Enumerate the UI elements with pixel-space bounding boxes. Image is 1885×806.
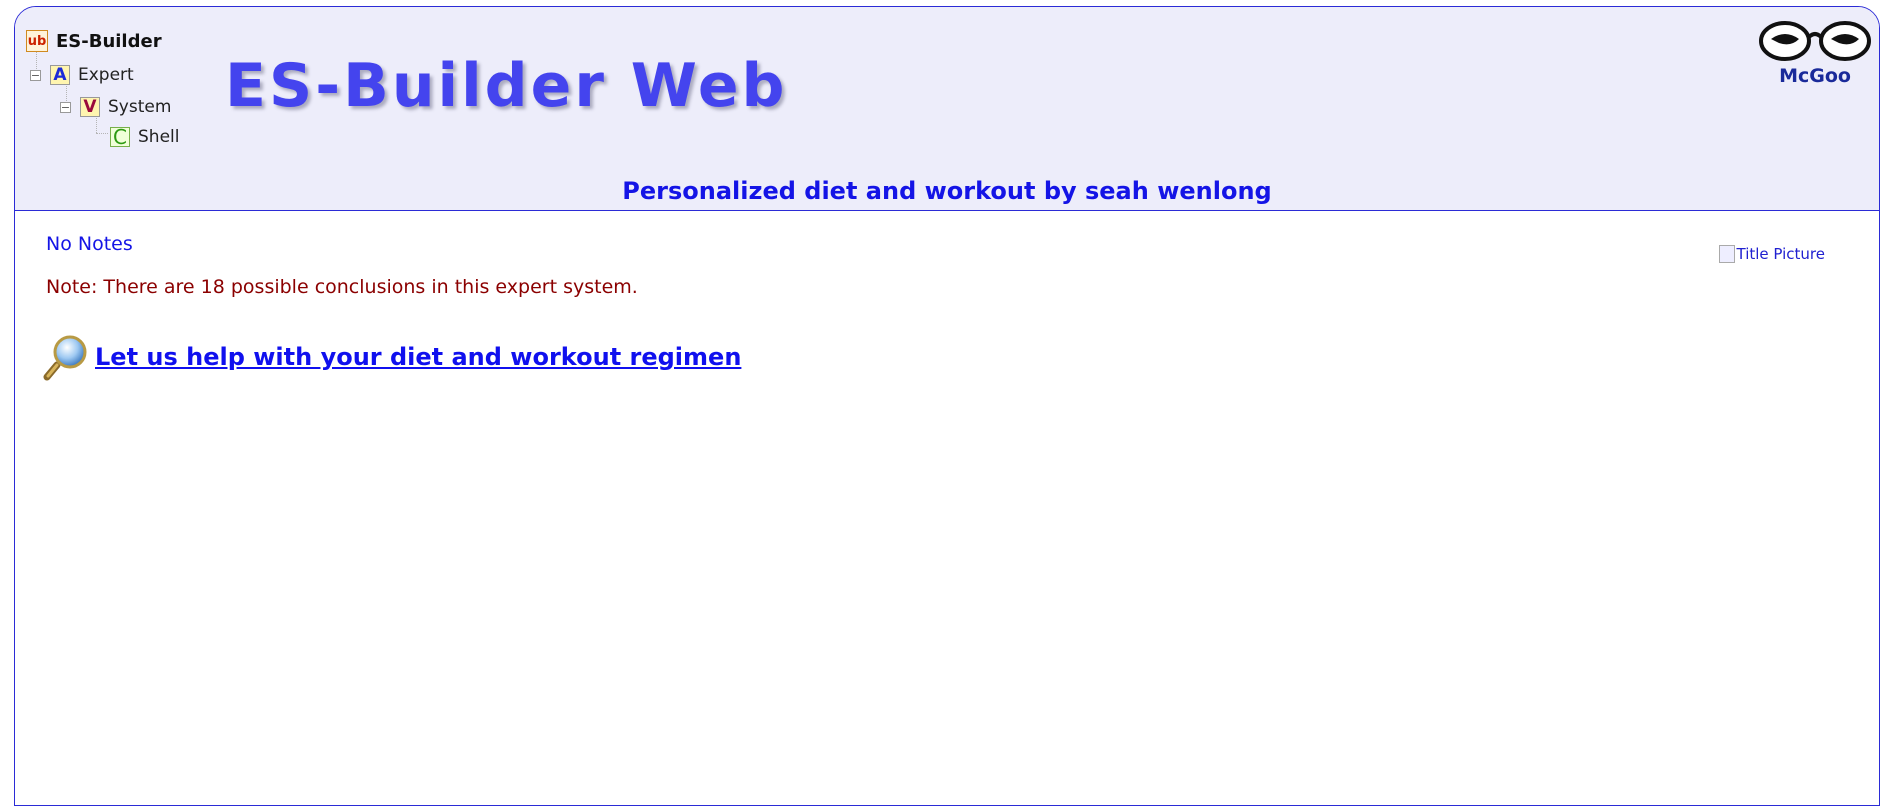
title-picture-alt: Title Picture xyxy=(1736,245,1826,263)
collapse-icon: − xyxy=(30,68,41,82)
letter-v-icon: V xyxy=(80,97,100,117)
letter-a-icon: A xyxy=(50,65,70,85)
tree-item-label: Shell xyxy=(138,127,180,147)
mcgoo-logo: McGoo xyxy=(1757,17,1873,87)
logo-text: McGoo xyxy=(1779,65,1851,87)
header: ub ES-Builder − A Expert − V System C Sh… xyxy=(15,7,1879,211)
app-frame: ub ES-Builder − A Expert − V System C Sh… xyxy=(14,6,1880,806)
brand-title: ES-Builder Web xyxy=(225,51,788,121)
letter-c-icon: C xyxy=(110,125,130,149)
tree-item-label: Expert xyxy=(78,65,134,85)
title-picture: Title Picture xyxy=(1718,245,1826,263)
collapse-icon: − xyxy=(60,100,71,114)
tree-line xyxy=(96,133,108,134)
tree-item-expert: − A Expert xyxy=(30,63,134,87)
page-subtitle: Personalized diet and workout by seah we… xyxy=(622,177,1272,205)
tree-root: ub ES-Builder xyxy=(26,29,162,53)
broken-image-icon xyxy=(1718,245,1735,263)
ub-logo-icon: ub xyxy=(26,30,48,52)
notes-text: No Notes xyxy=(46,233,133,255)
tree-item-label: System xyxy=(108,97,172,117)
glasses-logo-icon xyxy=(1759,21,1871,61)
tree-item-shell: C Shell xyxy=(110,125,179,149)
start-consultation-link[interactable]: Let us help with your diet and workout r… xyxy=(43,333,741,381)
tree-item-system: − V System xyxy=(60,95,171,119)
start-link-text[interactable]: Let us help with your diet and workout r… xyxy=(95,343,741,371)
magnifier-icon xyxy=(43,335,87,381)
conclusions-note: Note: There are 18 possible conclusions … xyxy=(46,276,638,298)
tree-root-label: ES-Builder xyxy=(56,30,162,52)
